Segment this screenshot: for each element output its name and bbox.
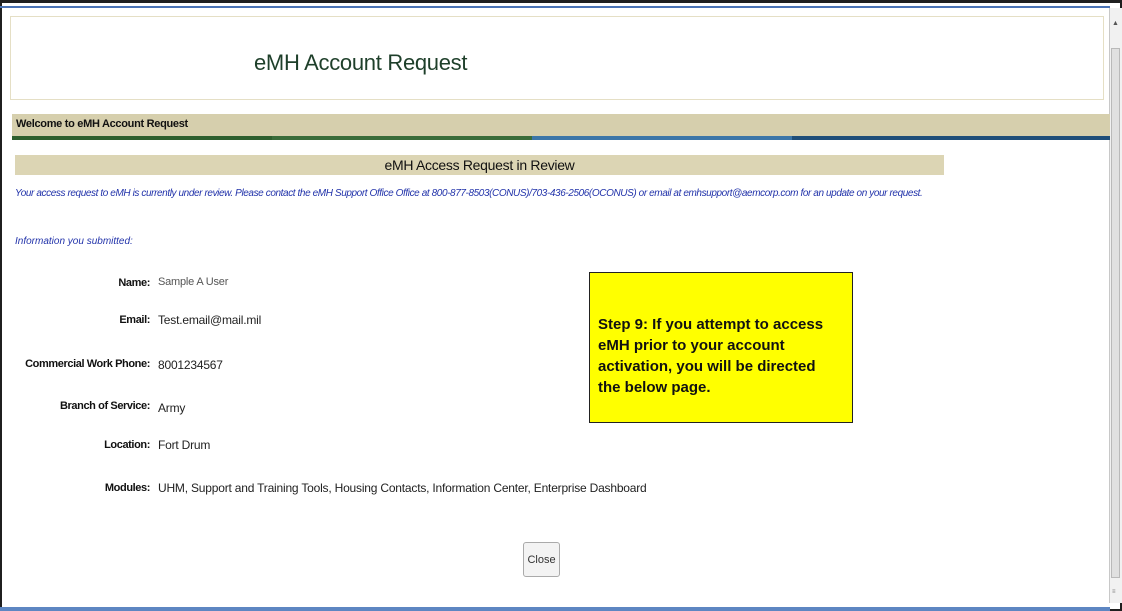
step-callout-text: Step 9: If you attempt to access eMH pri…: [598, 316, 824, 396]
vertical-scrollbar[interactable]: ▲ ≡: [1109, 8, 1122, 603]
name-value: Sample A User: [158, 276, 229, 288]
step-callout: Step 9: If you attempt to access eMH pri…: [589, 272, 853, 423]
name-label: Name:: [118, 277, 150, 289]
location-value: Fort Drum: [158, 438, 211, 452]
stripe-segment: [12, 136, 272, 140]
scroll-grip-icon: ≡: [1112, 589, 1116, 595]
welcome-text: Welcome to eMH Account Request: [16, 118, 188, 130]
window-top-border: [0, 6, 1110, 8]
welcome-bar: Welcome to eMH Account Request: [12, 114, 1110, 136]
stripe-segment: [272, 136, 532, 140]
close-button[interactable]: Close: [523, 542, 560, 577]
modules-value: UHM, Support and Training Tools, Housing…: [158, 481, 647, 495]
phone-label: Commercial Work Phone:: [25, 358, 150, 370]
page-header: [10, 16, 1104, 100]
page-title: eMH Account Request: [254, 50, 468, 75]
email-value: Test.email@mail.mil: [158, 313, 262, 327]
review-section-header: eMH Access Request in Review: [15, 155, 944, 175]
review-title: eMH Access Request in Review: [384, 157, 575, 173]
phone-value: 8001234567: [158, 358, 223, 372]
scroll-up-arrow-icon[interactable]: ▲: [1112, 20, 1119, 27]
window-bottom-border: [0, 607, 1110, 611]
location-label: Location:: [104, 439, 150, 451]
scroll-thumb[interactable]: [1111, 48, 1120, 578]
branch-label: Branch of Service:: [59, 400, 150, 412]
email-label: Email:: [119, 314, 150, 326]
stripe-segment: [792, 136, 1110, 140]
modules-label: Modules:: [104, 482, 150, 494]
info-submitted-label: Information you submitted:: [15, 236, 133, 247]
color-stripe-divider: [12, 136, 1110, 140]
branch-value: Army: [158, 401, 186, 415]
stripe-segment: [532, 136, 792, 140]
review-notice: Your access request to eMH is currently …: [15, 188, 923, 199]
